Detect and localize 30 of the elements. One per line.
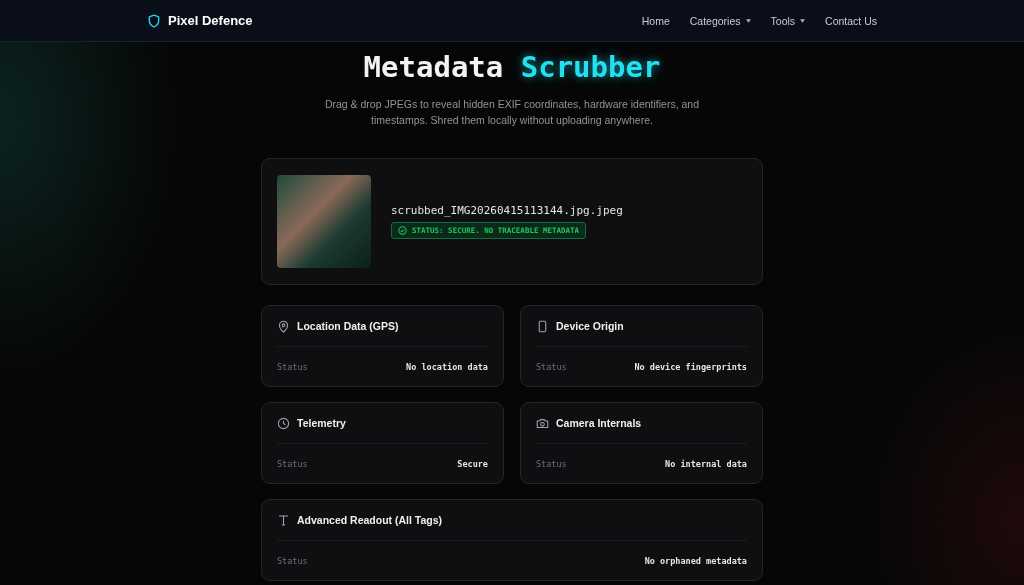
status-value: Secure bbox=[457, 458, 488, 469]
card-title: Advanced Readout (All Tags) bbox=[297, 514, 443, 526]
status-label: Status bbox=[277, 458, 308, 469]
nav-link[interactable]: Categories bbox=[689, 14, 751, 27]
file-name: scrubbed_IMG20260415113144.jpg.jpeg bbox=[391, 204, 623, 217]
status-label: Status bbox=[536, 458, 567, 469]
clock-icon bbox=[277, 416, 290, 430]
status-value: No internal data bbox=[665, 458, 747, 469]
status-value: No orphaned metadata bbox=[644, 555, 747, 566]
shield-icon bbox=[147, 12, 161, 29]
page-title: Metadata Scrubber bbox=[362, 50, 662, 84]
nav-link[interactable]: Tools bbox=[770, 14, 806, 27]
page-subtitle: Drag & drop JPEGs to reveal hidden EXIF coordinates, hardware identifiers, and timestamps. Shred them locally without uploading anywhere. bbox=[323, 97, 701, 128]
card-title: Camera Internals bbox=[556, 417, 642, 429]
brand-link[interactable]: Pixel Defence bbox=[147, 12, 253, 29]
card-title: Device Origin bbox=[556, 320, 624, 332]
status-label: Status bbox=[536, 361, 567, 372]
phone-icon bbox=[536, 319, 549, 333]
map-pin-icon bbox=[277, 319, 290, 333]
nav-link[interactable]: Contact Us bbox=[825, 14, 877, 27]
check-circle-icon bbox=[398, 226, 407, 235]
status-label: Status bbox=[277, 555, 308, 566]
status-value: No device fingerprints bbox=[634, 361, 747, 372]
camera-icon bbox=[536, 416, 549, 430]
type-icon bbox=[277, 513, 290, 527]
card-title: Location Data (GPS) bbox=[297, 320, 399, 332]
card-title: Telemetry bbox=[297, 417, 346, 429]
nav-link[interactable]: Home bbox=[641, 14, 670, 27]
status-value: No location data bbox=[406, 361, 488, 372]
status-label: Status bbox=[277, 361, 308, 372]
